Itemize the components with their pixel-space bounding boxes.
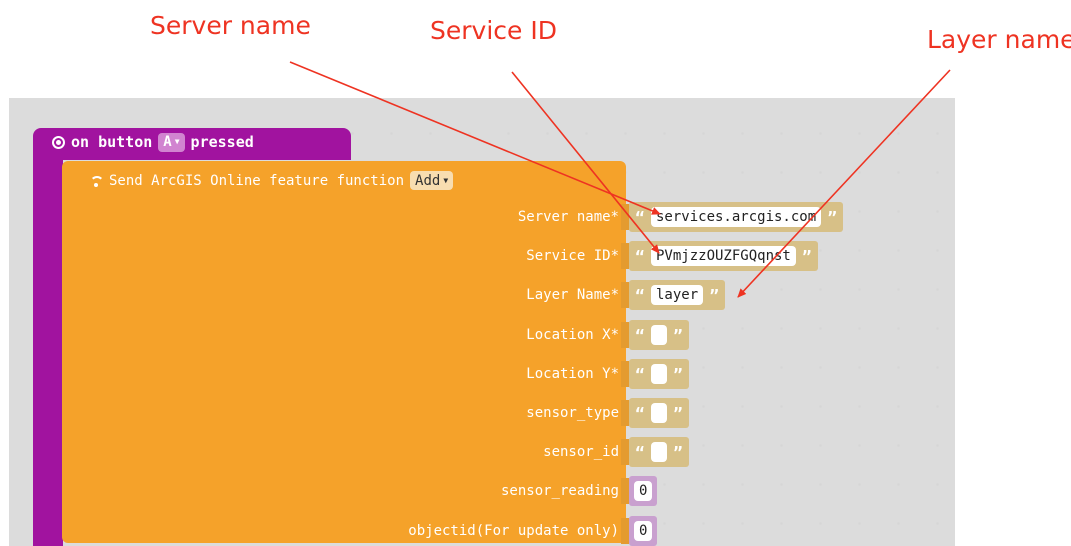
close-quote-icon: ”	[673, 403, 683, 423]
text-field[interactable]: PVmjzzOUZFGQqnst	[651, 246, 796, 266]
param-row: Server name*	[9, 202, 619, 232]
param-label: sensor_type	[526, 405, 619, 421]
close-quote-icon: ”	[673, 442, 683, 462]
text-field[interactable]	[651, 364, 667, 384]
param-row: Location Y*	[9, 359, 619, 389]
param-row: Location X*	[9, 320, 619, 350]
param-label: sensor_id	[543, 444, 619, 460]
text-block[interactable]: “ PVmjzzOUZFGQqnst ”	[629, 241, 818, 271]
param-label: sensor_reading	[500, 483, 619, 499]
number-field[interactable]: 0	[634, 481, 653, 501]
close-quote-icon: ”	[709, 285, 719, 305]
input-socket	[621, 478, 629, 504]
param-row: objectid(For update only)	[9, 516, 619, 546]
open-quote-icon: “	[635, 325, 645, 345]
open-quote-icon: “	[635, 364, 645, 384]
text-field[interactable]: services.arcgis.com	[651, 207, 822, 227]
text-field[interactable]	[651, 325, 667, 345]
param-label: Location Y*	[526, 366, 619, 382]
number-block[interactable]: 0	[629, 516, 658, 546]
param-row: sensor_type	[9, 398, 619, 428]
open-quote-icon: “	[635, 403, 645, 423]
param-row: sensor_id	[9, 437, 619, 467]
input-socket	[621, 204, 629, 230]
close-quote-icon: ”	[827, 207, 837, 227]
open-quote-icon: “	[635, 442, 645, 462]
open-quote-icon: “	[635, 285, 645, 305]
event-block-label: on button A ▼ pressed	[52, 132, 254, 152]
event-prefix: on button	[71, 133, 153, 151]
input-socket	[621, 322, 629, 348]
number-block[interactable]: 0	[629, 476, 658, 506]
input-socket	[621, 439, 629, 465]
annotation-service-id: Service ID	[430, 16, 557, 45]
mode-dropdown[interactable]: Add ▼	[410, 171, 454, 190]
close-quote-icon: ”	[802, 246, 812, 266]
text-block[interactable]: “”	[629, 437, 689, 467]
function-block-label: Send ArcGIS Online feature function Add …	[89, 171, 454, 190]
chevron-down-icon: ▼	[174, 137, 180, 146]
text-block[interactable]: “”	[629, 359, 689, 389]
function-title: Send ArcGIS Online feature function	[109, 172, 405, 189]
chevron-down-icon: ▼	[443, 176, 449, 185]
text-block[interactable]: “”	[629, 398, 689, 428]
text-field[interactable]: layer	[651, 285, 704, 305]
gear-icon	[52, 135, 65, 149]
param-label: objectid(For update only)	[408, 523, 619, 539]
mode-dropdown-value: Add	[415, 172, 441, 189]
text-block[interactable]: “”	[629, 320, 689, 350]
param-label: Location X*	[526, 327, 619, 343]
button-dropdown-value: A	[163, 134, 172, 150]
param-label: Server name*	[517, 209, 619, 225]
close-quote-icon: ”	[673, 364, 683, 384]
text-field[interactable]	[651, 442, 667, 462]
text-field[interactable]	[651, 403, 667, 423]
input-socket	[621, 243, 629, 269]
event-suffix: pressed	[190, 133, 254, 151]
wifi-icon	[89, 175, 104, 187]
blocks-workspace[interactable]: on button A ▼ pressed Send ArcGIS Online…	[9, 98, 955, 546]
param-label: Layer Name*	[526, 287, 619, 303]
text-block[interactable]: “ services.arcgis.com”	[629, 202, 844, 232]
param-label: Service ID*	[526, 248, 619, 264]
annotation-server-name: Server name	[150, 11, 311, 40]
number-field[interactable]: 0	[634, 521, 653, 541]
param-row: Service ID*	[9, 241, 619, 271]
input-socket	[621, 361, 629, 387]
input-socket	[621, 282, 629, 308]
input-socket	[621, 518, 629, 544]
param-row: Layer Name*	[9, 280, 619, 310]
input-socket	[621, 400, 629, 426]
close-quote-icon: ”	[673, 325, 683, 345]
open-quote-icon: “	[635, 207, 645, 227]
button-dropdown[interactable]: A ▼	[158, 132, 185, 152]
annotation-layer-name: Layer name	[927, 25, 1071, 54]
open-quote-icon: “	[635, 246, 645, 266]
text-block[interactable]: “ layer”	[629, 280, 726, 310]
param-row: sensor_reading	[9, 476, 619, 506]
